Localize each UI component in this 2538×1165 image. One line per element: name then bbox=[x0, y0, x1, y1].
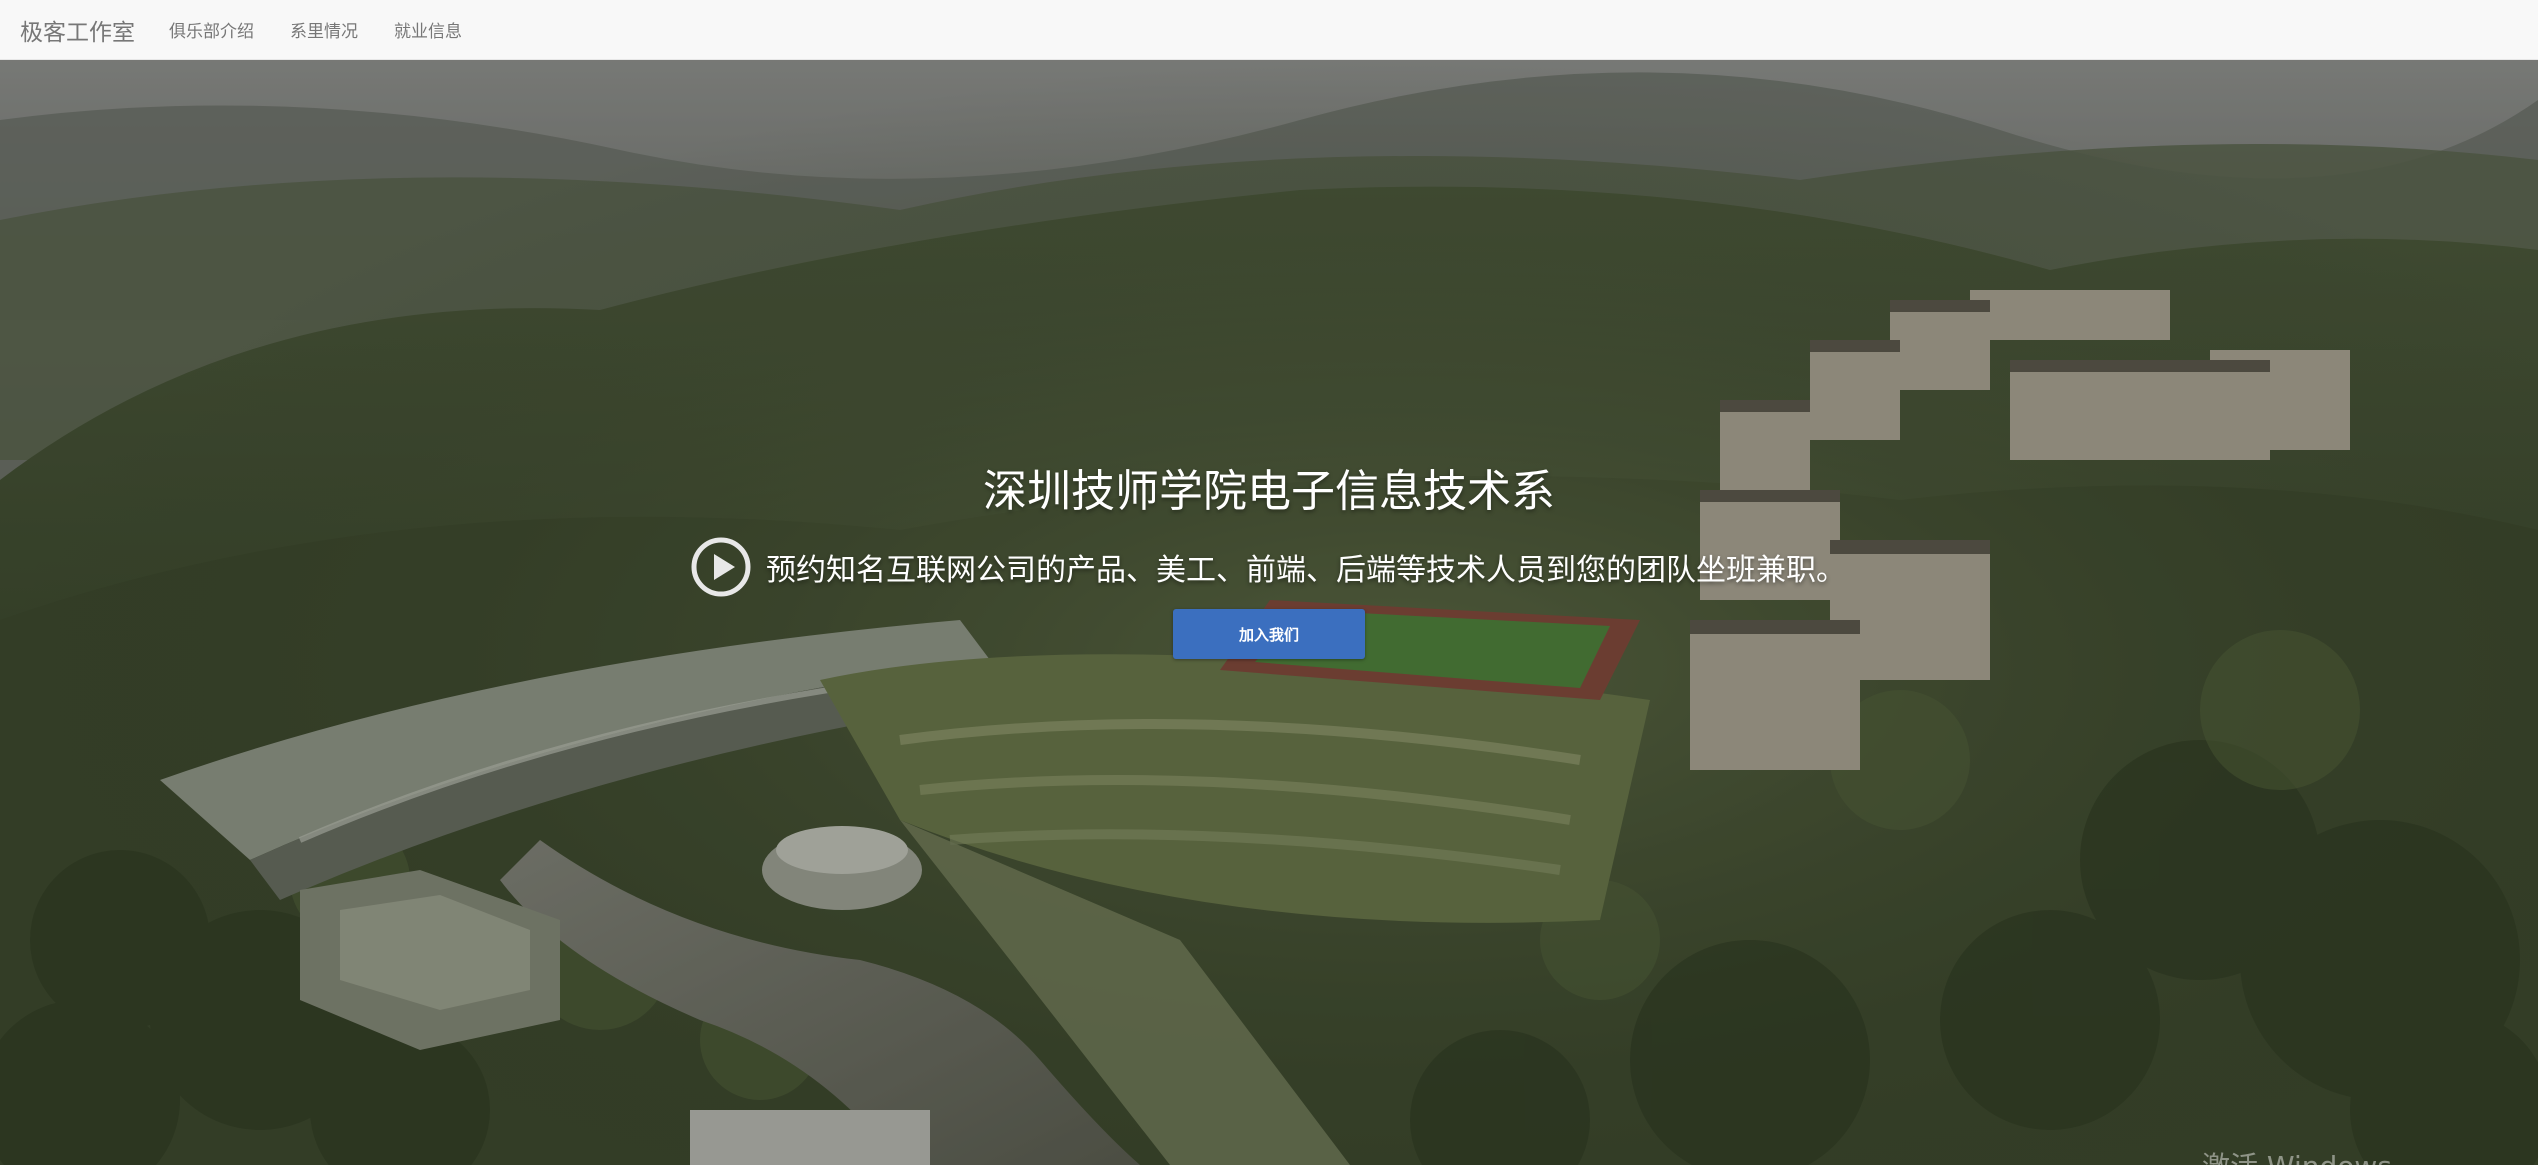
hero-section: 深圳技师学院电子信息技术系 预约知名互联网公司的产品、美工、前端、后端等技术人员… bbox=[0, 60, 2538, 1165]
top-navbar: 极客工作室 俱乐部介绍 系里情况 就业信息 bbox=[0, 0, 2538, 60]
play-circle-icon[interactable] bbox=[690, 536, 752, 598]
nav-link-department[interactable]: 系里情况 bbox=[290, 17, 358, 42]
activate-windows-watermark: 激活 Windows bbox=[2202, 1145, 2392, 1165]
hero-subtitle: 预约知名互联网公司的产品、美工、前端、后端等技术人员到您的团队坐班兼职。 bbox=[766, 553, 1846, 588]
hero-subtitle-row: 预约知名互联网公司的产品、美工、前端、后端等技术人员到您的团队坐班兼职。 bbox=[690, 535, 1846, 599]
nav-link-employment[interactable]: 就业信息 bbox=[394, 17, 462, 42]
nav-link-club-intro[interactable]: 俱乐部介绍 bbox=[169, 17, 254, 42]
join-us-button[interactable]: 加入我们 bbox=[1173, 609, 1365, 659]
brand-link[interactable]: 极客工作室 bbox=[20, 13, 135, 47]
hero-title: 深圳技师学院电子信息技术系 bbox=[983, 466, 1555, 517]
